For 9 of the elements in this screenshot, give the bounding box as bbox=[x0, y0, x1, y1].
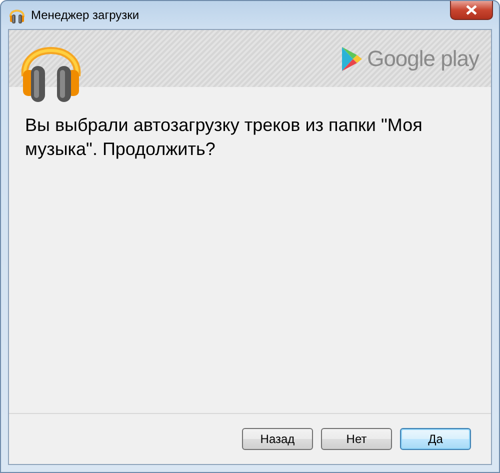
play-triangle-icon bbox=[341, 46, 364, 72]
window-title: Менеджер загрузки bbox=[31, 8, 140, 22]
brand-logo-text: Google play bbox=[367, 46, 479, 72]
message-text: Вы выбрали автозагрузку треков из папки "Моя музыка". Продолжить? bbox=[25, 114, 424, 161]
dialog-button[interactable]: Нет bbox=[321, 428, 392, 450]
dialog-button[interactable]: Да bbox=[400, 428, 471, 450]
dialog-button[interactable]: Назад bbox=[242, 428, 313, 450]
close-icon bbox=[466, 5, 477, 15]
close-button[interactable] bbox=[450, 1, 493, 20]
